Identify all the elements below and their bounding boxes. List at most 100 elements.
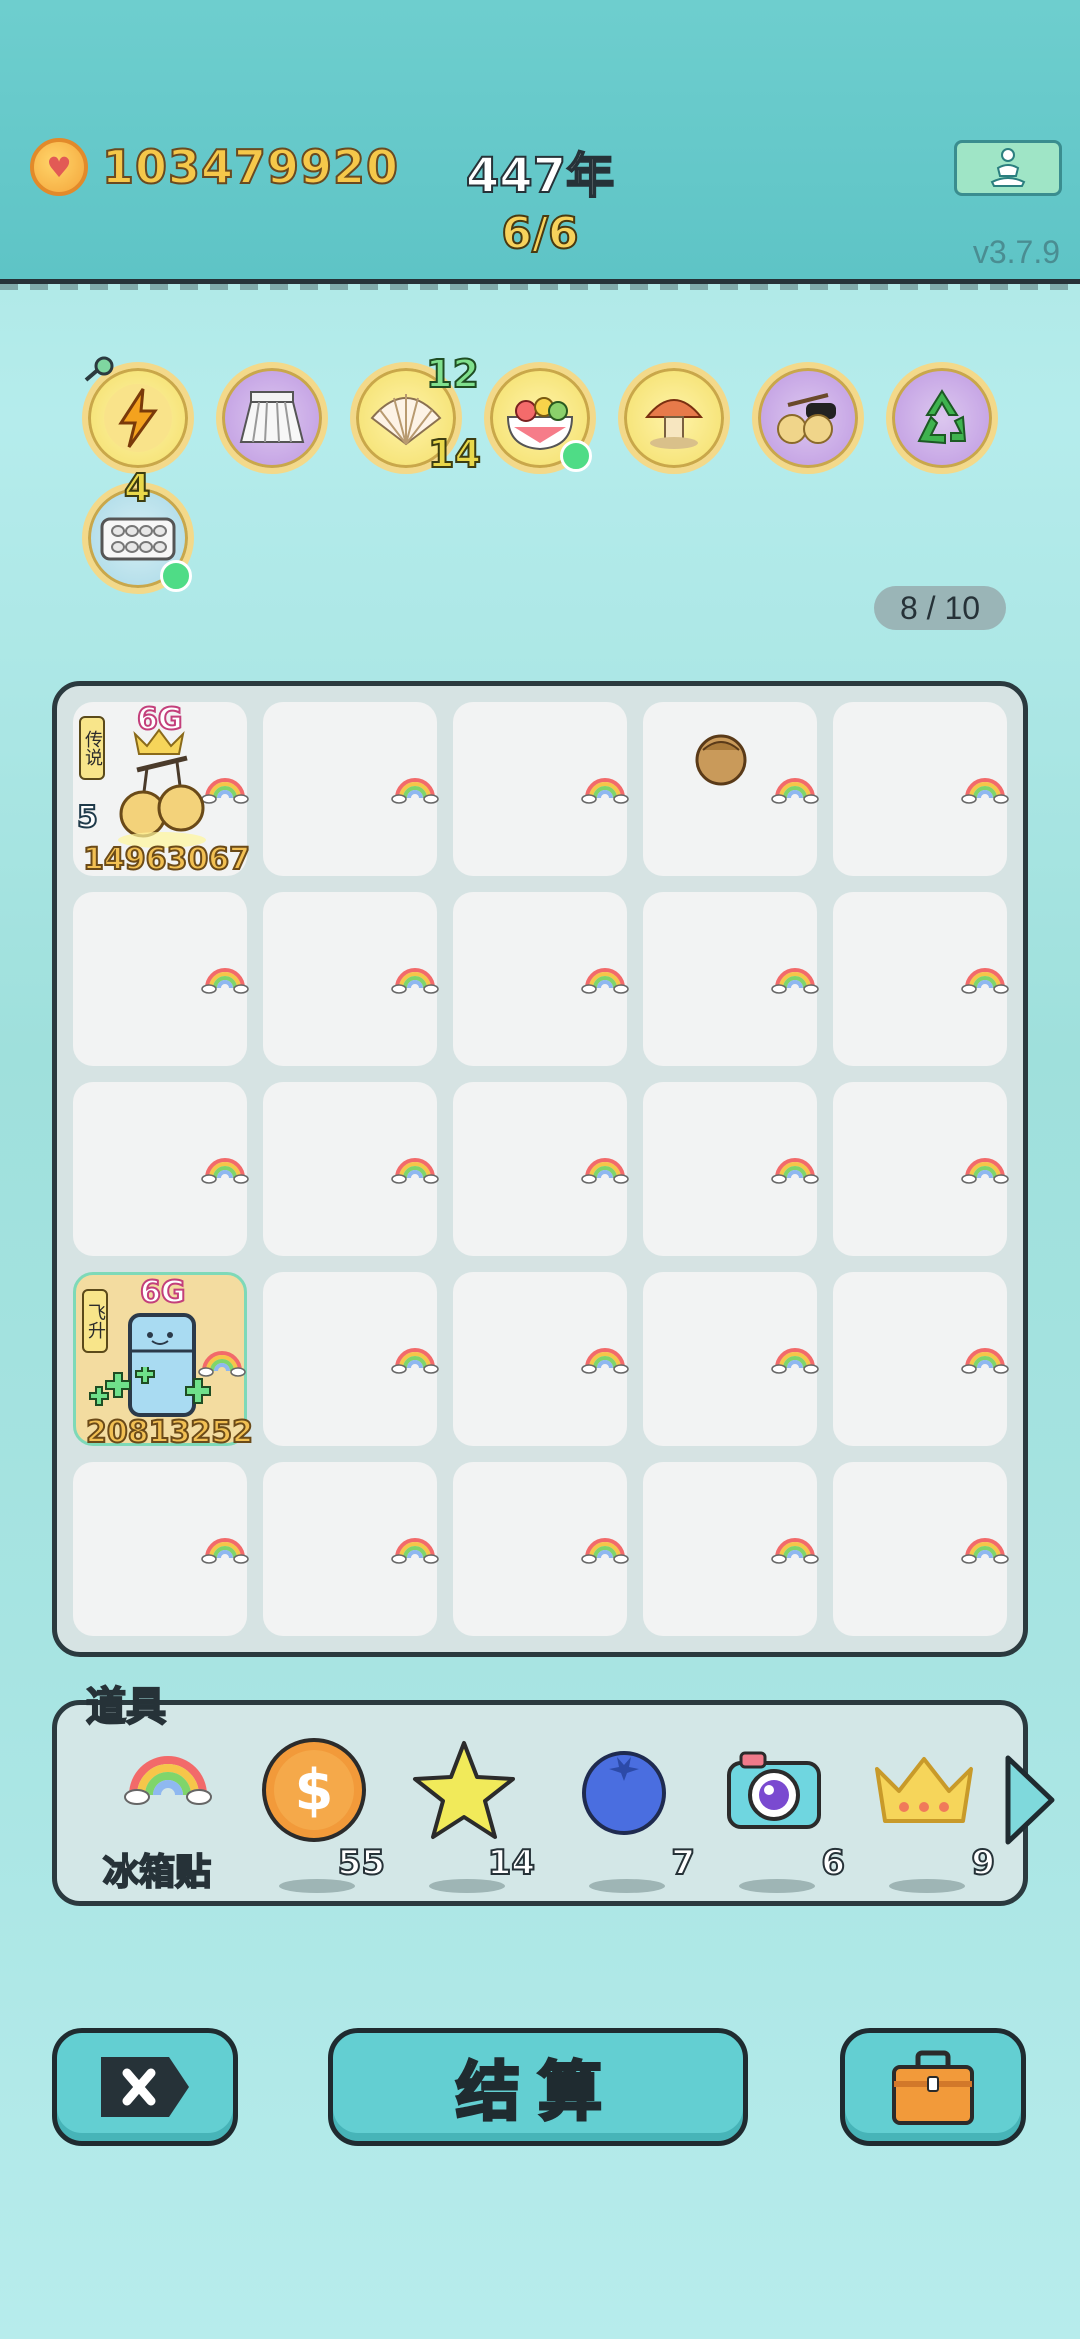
fridge-cell[interactable] (73, 1462, 249, 1636)
cherries-sunglasses-relic-icon (777, 393, 836, 444)
item-shadow (279, 1879, 355, 1893)
recycle-relic-icon (917, 389, 967, 445)
rainbow-sticker-icon (201, 1158, 249, 1184)
fridge-cell[interactable] (263, 1082, 439, 1256)
fridge-cell[interactable] (643, 892, 819, 1066)
slots-counter: 8 / 10 (874, 586, 1006, 630)
rarity-tag: 传说 (79, 716, 105, 780)
item-camera[interactable]: 6 (719, 1735, 846, 1893)
scroll-right-arrow-icon[interactable] (1000, 1750, 1060, 1850)
item-crown[interactable]: 9 (869, 1735, 996, 1893)
egg-tray-relic-icon (100, 517, 176, 561)
rainbow-sticker-icon (391, 1538, 439, 1564)
rainbow-sticker-icon (771, 1348, 819, 1374)
blueberry-count: 7 (670, 1842, 696, 1884)
fridge-cell[interactable] (833, 1272, 1009, 1446)
close-button[interactable] (52, 2028, 238, 2146)
fridge-cell[interactable] (643, 1082, 819, 1256)
item-star[interactable]: 14 (409, 1735, 536, 1893)
fridge-cell[interactable] (833, 702, 1009, 876)
plus-sparkles-icon (89, 1367, 211, 1406)
rainbow-sticker-icon (961, 1348, 1009, 1374)
rainbow-sticker-label: 冰箱贴 (102, 1851, 212, 1894)
shell-bottom-badge: 14 (427, 431, 482, 477)
top-bar: ♥ 103479920 447年 6/6 v3.7.9 (0, 0, 1080, 284)
rarity-tag: 飞升 (82, 1289, 108, 1353)
fridge-cell[interactable] (453, 702, 629, 876)
fridge-cell[interactable] (73, 892, 249, 1066)
close-x-icon (101, 2057, 189, 2117)
item-shadow (429, 1879, 505, 1893)
egg-tray-badge: 4 (123, 465, 151, 511)
level-label: 5 (76, 799, 99, 836)
rainbow-sticker-icon (961, 1538, 1009, 1564)
fridge-cell[interactable] (643, 702, 819, 876)
item-shadow (889, 1879, 965, 1893)
fridge-cell[interactable] (643, 1462, 819, 1636)
rainbow-sticker-icon (961, 1158, 1009, 1184)
skirt-relic[interactable] (216, 362, 328, 474)
fridge-cell[interactable] (263, 892, 439, 1066)
briefcase-icon (892, 2050, 974, 2125)
fridge-board: 传说 6G 5 14963067 飞升 6G 20813252 (52, 681, 1028, 1657)
egg-tray-status-dot (160, 560, 192, 592)
generation-label: 6G (139, 1274, 186, 1311)
item-dollar-coin[interactable]: $ 55 (259, 1735, 386, 1893)
rainbow-sticker-icon (771, 968, 819, 994)
fruit-salad-status-dot (560, 440, 592, 472)
blueberry-icon (582, 1751, 666, 1835)
fridge-cell[interactable] (73, 1082, 249, 1256)
crown-icon (875, 1757, 973, 1823)
fridge-cell[interactable] (263, 1272, 439, 1446)
fridge-cell[interactable] (833, 892, 1009, 1066)
fridge-cell[interactable] (453, 892, 629, 1066)
items-title: 道具 (85, 1683, 167, 1731)
fridge-cell[interactable] (833, 1462, 1009, 1636)
cherries-sunglasses-relic[interactable] (752, 362, 864, 474)
rainbow-sticker-icon (961, 778, 1009, 804)
camera-icon (727, 1751, 821, 1829)
settle-button-label: 结算 (455, 2055, 620, 2132)
settle-button[interactable]: 结算 (328, 2028, 748, 2146)
rainbow-sticker-icon (581, 1158, 629, 1184)
rainbow-sticker-icon (581, 1538, 629, 1564)
rainbow-sticker-icon (124, 1756, 212, 1805)
fridge-cell[interactable] (453, 1272, 629, 1446)
skirt-relic-icon (239, 391, 305, 443)
item-shadow (589, 1879, 665, 1893)
pin-icon (84, 356, 114, 382)
fridge-cell[interactable]: 飞升 6G 20813252 (73, 1272, 254, 1451)
svg-text:$: $ (295, 1758, 334, 1823)
bag-button[interactable] (840, 2028, 1026, 2146)
dollar-coin-count: 55 (337, 1842, 386, 1884)
recycle-relic[interactable] (886, 362, 998, 474)
rainbow-sticker-icon (771, 778, 819, 804)
fridge-cell[interactable] (453, 1082, 629, 1256)
fridge-cell[interactable] (643, 1272, 819, 1446)
rainbow-sticker-icon (201, 1538, 249, 1564)
fridge-cell[interactable] (833, 1082, 1009, 1256)
rainbow-sticker-icon (201, 968, 249, 994)
year-label: 447年 (465, 147, 615, 205)
fridge-cell[interactable]: 传说 6G 5 14963067 (73, 701, 251, 878)
mushroom-relic[interactable] (618, 362, 730, 474)
version-label: v3.7.9 (972, 234, 1060, 270)
rainbow-sticker-icon (581, 968, 629, 994)
mushroom-relic-icon (644, 399, 704, 449)
fridge-cell[interactable] (263, 702, 439, 876)
fridge-cell[interactable] (263, 1462, 439, 1636)
round-counter: 6/6 (500, 207, 579, 260)
rainbow-sticker-icon (391, 968, 439, 994)
lightning-relic-icon (104, 384, 172, 452)
fridge-cell[interactable] (453, 1462, 629, 1636)
item-blueberry[interactable]: 7 (569, 1735, 696, 1893)
meditation-person-icon (990, 148, 1026, 187)
item-shadow (739, 1879, 815, 1893)
meditate-button[interactable] (954, 140, 1062, 196)
camera-count: 6 (820, 1842, 846, 1884)
rainbow-sticker-icon (771, 1158, 819, 1184)
item-rainbow-sticker[interactable]: 冰箱贴 (102, 1735, 229, 1894)
star-icon (413, 1741, 515, 1839)
rainbow-sticker-icon (391, 1158, 439, 1184)
golden-cherries-icon (118, 755, 206, 848)
